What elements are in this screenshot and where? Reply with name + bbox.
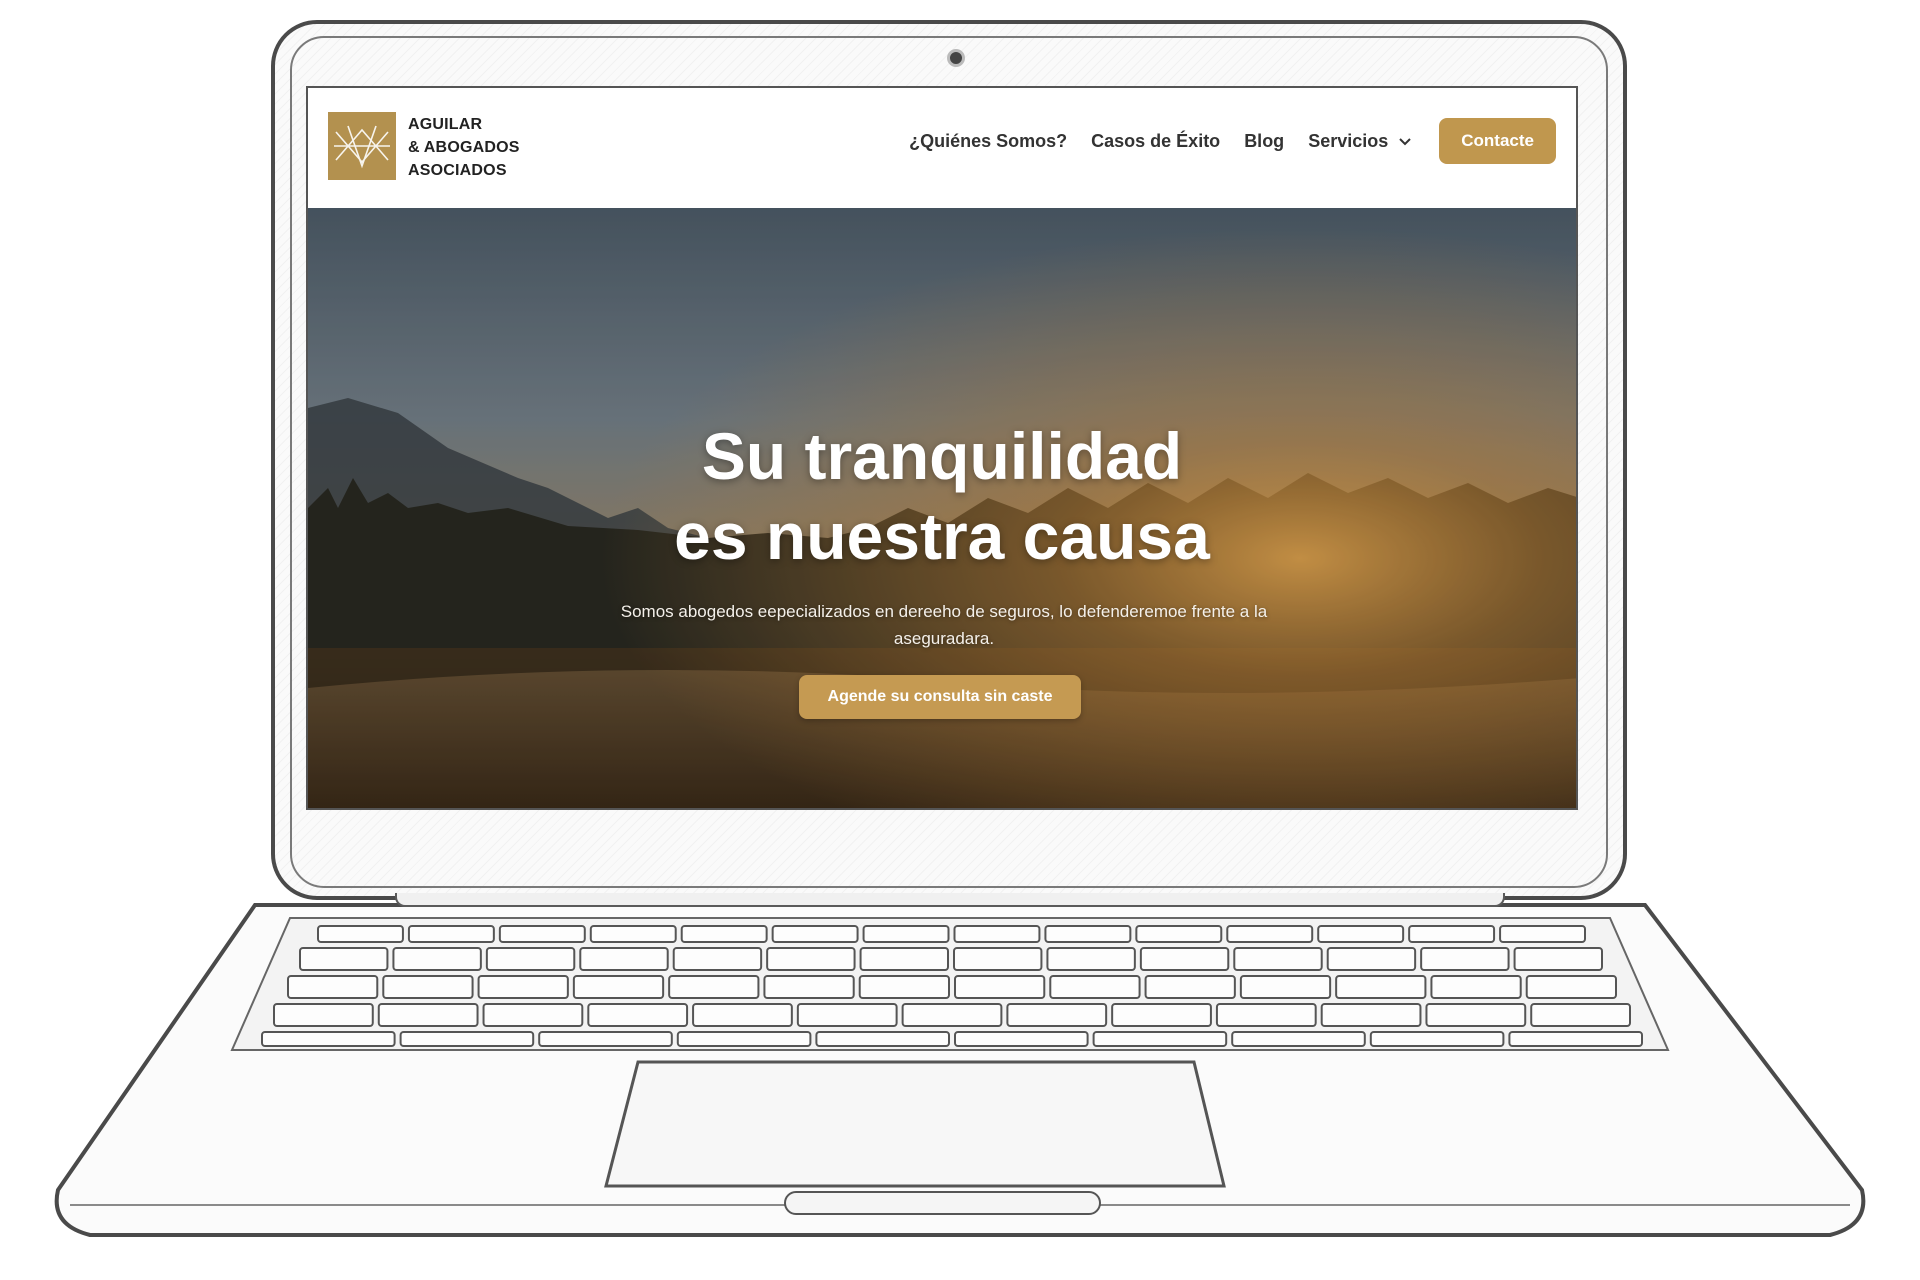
keyboard-key [1046,947,1136,971]
keyboard-key [771,925,859,943]
hero-title-line: Su tranquilidad [701,419,1183,493]
keyboard-key [1425,1003,1527,1027]
keyboard-key [1430,975,1522,999]
keyboard-key [317,925,404,943]
keyboard-key [1335,975,1427,999]
keyboard-key [1499,925,1586,943]
keyboard-key [1530,1003,1631,1027]
keyboard-key [1226,925,1314,943]
keyboard-key [1239,975,1332,999]
nav-item-blog[interactable]: Blog [1244,131,1284,152]
laptop-hinge [395,893,1505,907]
chevron-down-icon [1399,138,1411,146]
laptop-screen: AGUILAR & ABOGADOS ASOCIADOS ¿Quiénes So… [306,86,1578,810]
logo-line: ASOCIADOS [408,162,507,179]
keyboard-key [477,975,569,999]
keyboard-key [668,975,760,999]
keyboard-key [382,975,474,999]
schedule-consultation-button[interactable]: Agende su consulta sin caste [799,675,1081,719]
keyboard-key [377,1003,479,1027]
keyboard-key [1092,1031,1228,1047]
keyboard-key [1006,1003,1108,1027]
keyboard-key [392,947,482,971]
nav-item-casos-de-exito[interactable]: Casos de Éxito [1091,131,1220,152]
keyboard-key [1231,1031,1366,1047]
keyboard-key [485,947,576,971]
keyboard-key [1326,947,1417,971]
keyboard-key [862,925,950,943]
keyboard-key [273,1003,374,1027]
keyboard-key [538,1031,673,1047]
keyboard-key [859,947,949,971]
keyboard-key [953,925,1041,943]
keyboard-key [1111,1003,1212,1027]
keyboard-key [766,947,856,971]
keyboard-key [399,1031,535,1047]
logo-mark[interactable] [328,112,396,180]
keyboard-key [1135,925,1223,943]
keyboard-key [1317,925,1405,943]
hero-subtitle: Somos abogedos eepecializados en dereeho… [620,602,1268,648]
keyboard-key [953,947,1043,971]
keyboard-key [680,925,768,943]
keyboard-key [692,1003,793,1027]
keyboard-key [407,925,495,943]
keyboard-key [796,1003,898,1027]
keyboard-key [763,975,855,999]
keyboard-key [261,1031,396,1047]
hero-title-line: es nuestra causa [674,499,1210,573]
keyboard-key [1513,947,1603,971]
logo-text[interactable]: AGUILAR & ABOGADOS ASOCIADOS [408,113,520,182]
keyboard-key [1044,925,1132,943]
hero-section: Su tranquilidad es nuestra causa Somos a… [308,208,1576,808]
keyboard-key [287,975,379,999]
keyboard-key [498,925,586,943]
keyboard-key [1139,947,1230,971]
logo-line: & ABOGADOS [408,139,520,156]
keyboard-key [672,947,763,971]
keyboard-key [1233,947,1323,971]
keyboard-key [1508,1031,1644,1047]
keyboard-key [482,1003,584,1027]
keyboard-key [572,975,665,999]
keyboard-key [1525,975,1617,999]
logo-line: AGUILAR [408,116,483,133]
hero-title: Su tranquilidad es nuestra causa [308,416,1576,576]
keyboard-key [954,975,1046,999]
keyboard-key [1420,947,1510,971]
keyboard-key [1144,975,1236,999]
keyboard-key [954,1031,1089,1047]
keyboard-key [299,947,389,971]
keyboard-key [589,925,677,943]
contact-button[interactable]: Contacte [1439,118,1556,164]
keyboard-key [579,947,669,971]
keyboard-key [815,1031,951,1047]
keyboard-key [1215,1003,1317,1027]
keyboard-key [901,1003,1003,1027]
nav-item-quienes-somos[interactable]: ¿Quiénes Somos? [909,131,1067,152]
keyboard-key [1320,1003,1422,1027]
keyboard-key [1408,925,1496,943]
keyboard-key [1369,1031,1505,1047]
keyboard-key [858,975,951,999]
keyboard-key [587,1003,689,1027]
site-header: AGUILAR & ABOGADOS ASOCIADOS ¿Quiénes So… [308,88,1576,208]
keyboard-key [1049,975,1141,999]
nav-item-servicios[interactable]: Servicios [1308,131,1411,152]
main-nav: ¿Quiénes Somos? Casos de Éxito Blog Serv… [909,118,1556,164]
keyboard-key [676,1031,812,1047]
logo-icon [334,125,390,169]
nav-item-servicios-label: Servicios [1308,130,1389,151]
